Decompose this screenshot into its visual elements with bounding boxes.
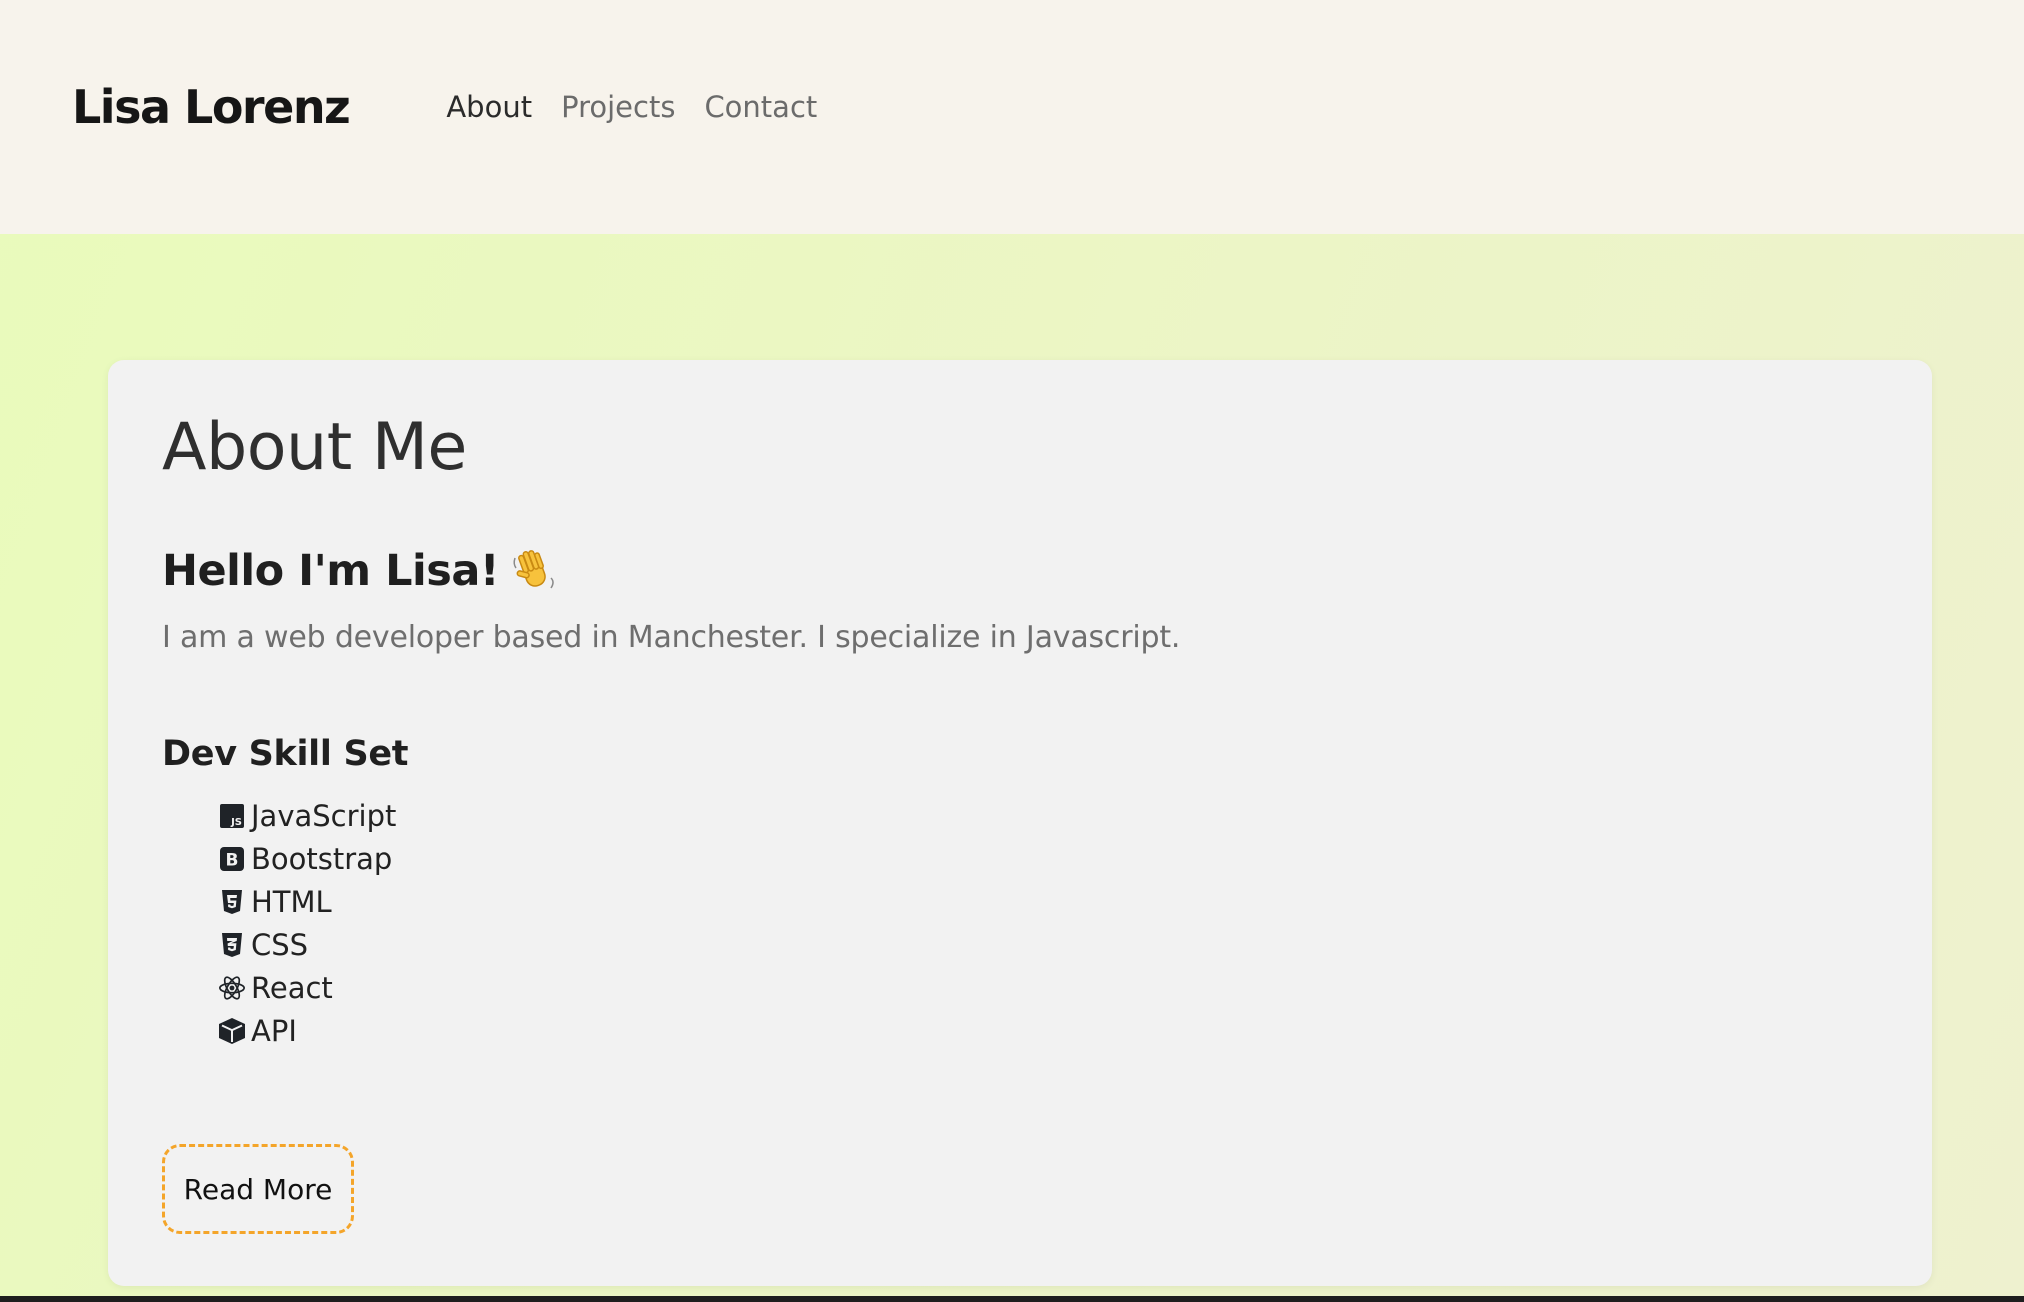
list-item: HTML: [218, 880, 396, 923]
page-title: About Me: [162, 410, 467, 485]
nav-link-about[interactable]: About: [446, 90, 532, 124]
brand-name[interactable]: Lisa Lorenz: [72, 80, 351, 134]
read-more-button[interactable]: Read More: [162, 1144, 354, 1234]
nav-link-projects[interactable]: Projects: [561, 90, 675, 124]
bottom-edge-strip: [0, 1296, 2024, 1302]
nav-links: About Projects Contact: [446, 90, 817, 124]
javascript-icon: JS: [218, 802, 246, 830]
skill-label: API: [251, 1013, 297, 1048]
list-item: React: [218, 966, 396, 1009]
css3-icon: [218, 931, 246, 959]
react-icon: [218, 974, 246, 1002]
html5-icon: [218, 888, 246, 916]
skill-label: JavaScript: [251, 798, 397, 833]
greeting-text: Hello I'm Lisa!: [162, 546, 499, 596]
waving-hand-icon: [511, 548, 557, 594]
list-item: JS JavaScript: [218, 794, 396, 837]
greeting-heading: Hello I'm Lisa!: [162, 546, 557, 596]
box-icon: [218, 1017, 246, 1045]
skill-label: CSS: [251, 927, 309, 962]
intro-text: I am a web developer based in Manchester…: [162, 620, 1181, 655]
navbar: Lisa Lorenz About Projects Contact: [0, 0, 2024, 234]
skills-heading: Dev Skill Set: [162, 734, 409, 774]
skills-list: JS JavaScript B Bootstrap HTML CSS React…: [218, 794, 396, 1052]
list-item: B Bootstrap: [218, 837, 396, 880]
skill-label: Bootstrap: [251, 841, 393, 876]
skill-label: HTML: [251, 884, 332, 919]
svg-text:B: B: [226, 850, 239, 870]
list-item: CSS: [218, 923, 396, 966]
list-item: API: [218, 1009, 396, 1052]
bootstrap-icon: B: [218, 845, 246, 873]
about-card: About Me Hello I'm Lisa! I am a web deve…: [108, 360, 1932, 1286]
skill-label: React: [251, 970, 333, 1005]
svg-text:JS: JS: [230, 817, 242, 828]
nav-link-contact[interactable]: Contact: [704, 90, 817, 124]
